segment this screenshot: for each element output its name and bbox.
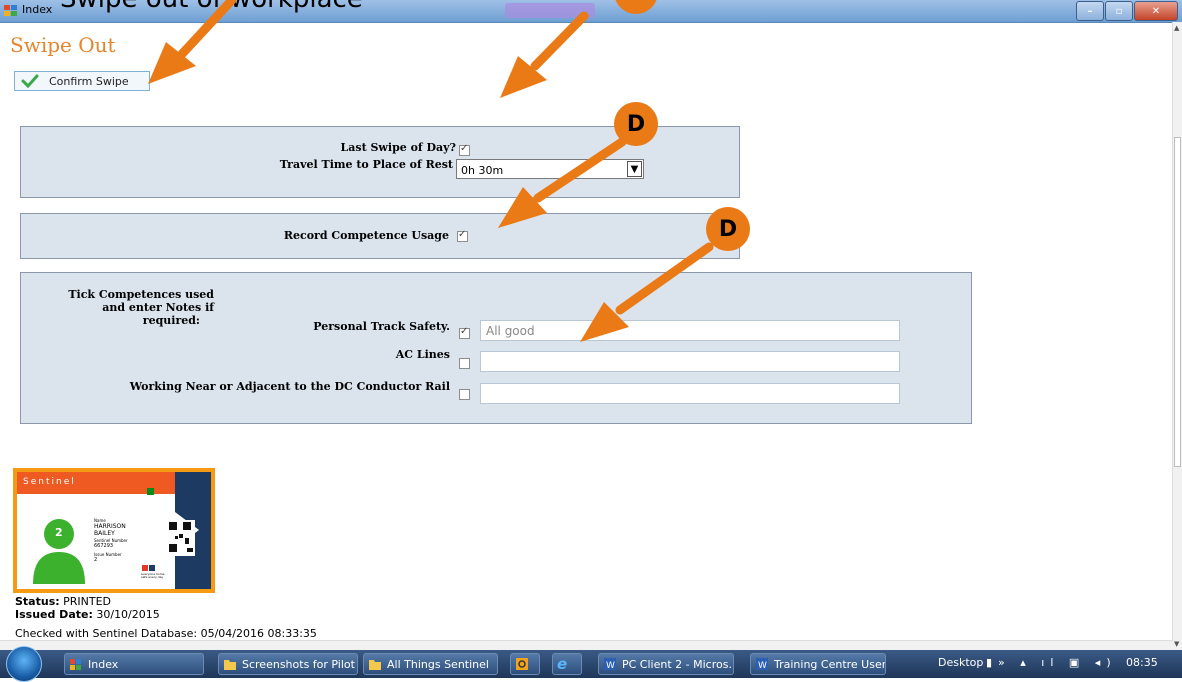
windows-taskbar: Index Screenshots for Pilot All Things S… bbox=[0, 646, 1182, 682]
folder-icon bbox=[224, 660, 236, 670]
id-card-number: 667293 bbox=[94, 543, 114, 549]
issued-line: Issued Date: 30/10/2015 bbox=[15, 608, 160, 621]
id-card-brand: Sentinel bbox=[23, 477, 76, 487]
word-icon: W bbox=[756, 658, 768, 671]
taskbar-item-label: Training Centre User ... bbox=[774, 657, 886, 671]
word-icon: W bbox=[604, 658, 616, 671]
id-card: Sentinel Name HARRISON BAILEY Sentinel N… bbox=[13, 468, 215, 593]
status-value: PRINTED bbox=[63, 595, 112, 608]
outlook-icon bbox=[516, 658, 528, 670]
id-card-issue-label: Issue Number bbox=[94, 552, 122, 557]
taskbar-item-label: Index bbox=[88, 657, 119, 671]
annotation-arrow bbox=[533, 137, 627, 203]
status-line: Status: PRINTED bbox=[15, 595, 111, 608]
app-icon bbox=[70, 659, 81, 670]
id-card-issue-badge: 2 bbox=[55, 526, 63, 539]
taskbar-item-pc-client[interactable]: W PC Client 2 - Micros... bbox=[598, 653, 734, 675]
annotation-badge: D bbox=[706, 207, 750, 251]
issued-label: Issued Date: bbox=[15, 608, 93, 621]
taskbar-item-all-things[interactable]: All Things Sentinel bbox=[363, 653, 498, 675]
start-button[interactable] bbox=[6, 646, 42, 682]
svg-text:W: W bbox=[758, 661, 767, 671]
annotation-badge: D bbox=[614, 102, 658, 146]
id-card-issue: 2 bbox=[94, 557, 98, 563]
id-card-tagline: everyone home safe every day bbox=[141, 572, 165, 579]
internet-explorer-icon: e bbox=[557, 655, 568, 673]
scroll-thumb[interactable] bbox=[1174, 137, 1181, 467]
annotation-arrow bbox=[177, 0, 237, 59]
id-card-name-last: BAILEY bbox=[94, 530, 115, 537]
id-card-face: Sentinel Name HARRISON BAILEY Sentinel N… bbox=[17, 472, 211, 589]
taskbar-item-outlook[interactable] bbox=[510, 653, 540, 675]
scroll-up-icon[interactable]: ▲ bbox=[1174, 24, 1179, 32]
annotation-arrow bbox=[530, 11, 589, 71]
checked-with-database: Checked with Sentinel Database: 05/04/20… bbox=[15, 627, 317, 640]
annotation-arrow bbox=[615, 242, 714, 315]
desktop-toolbar[interactable]: Desktop bbox=[938, 656, 983, 669]
tray-icons[interactable]: ▮» ▴ ıl ▣ ◂) bbox=[986, 656, 1117, 669]
taskbar-item-label: PC Client 2 - Micros... bbox=[622, 657, 734, 671]
folder-icon bbox=[369, 660, 381, 670]
taskbar-item-internet-explorer[interactable]: e bbox=[552, 653, 582, 675]
taskbar-item-screenshots[interactable]: Screenshots for Pilot bbox=[218, 653, 358, 675]
taskbar-item-index[interactable]: Index bbox=[64, 653, 204, 675]
status-label: Status: bbox=[15, 595, 60, 608]
taskbar-item-label: All Things Sentinel bbox=[387, 657, 489, 671]
taskbar-item-training-centre[interactable]: W Training Centre User ... bbox=[750, 653, 886, 675]
issued-value: 30/10/2015 bbox=[96, 608, 160, 621]
scroll-down-icon[interactable]: ▼ bbox=[1174, 640, 1179, 648]
vertical-scrollbar[interactable]: ▲ ▼ bbox=[1172, 22, 1182, 650]
svg-text:W: W bbox=[606, 661, 615, 671]
clock[interactable]: 08:35 bbox=[1126, 656, 1158, 669]
taskbar-item-label: Screenshots for Pilot bbox=[242, 657, 355, 671]
id-card-name-first: HARRISON bbox=[94, 523, 126, 530]
